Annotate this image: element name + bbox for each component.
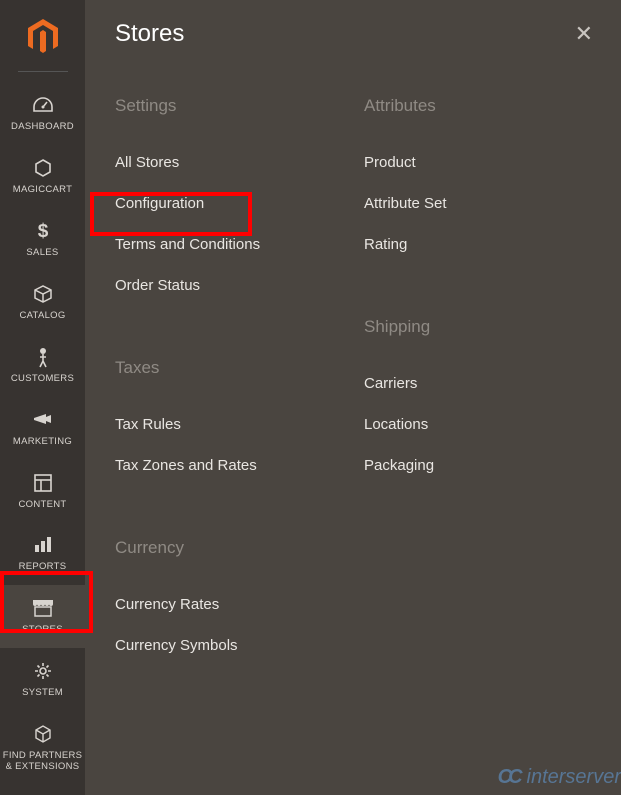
col-right: Attributes Product Attribute Set Rating … (364, 96, 593, 718)
catalog-icon (32, 281, 54, 307)
nav-label: CONTENT (18, 500, 66, 511)
system-icon (33, 658, 53, 684)
panel-header: Stores ✕ (115, 20, 593, 48)
admin-sidebar: DASHBOARD MAGICCART $ SALES CATALOG CUST… (0, 0, 85, 795)
nav-label: STORES (22, 625, 63, 636)
customers-icon (36, 344, 50, 370)
nav-marketing[interactable]: MARKETING (0, 397, 85, 460)
nav-label: CATALOG (19, 311, 65, 322)
link-tax-zones[interactable]: Tax Zones and Rates (115, 445, 344, 486)
dashboard-icon (32, 92, 54, 118)
section-title: Currency (115, 538, 344, 558)
link-product[interactable]: Product (364, 142, 593, 183)
sales-icon: $ (36, 218, 50, 244)
link-configuration[interactable]: Configuration (115, 183, 344, 224)
link-all-stores[interactable]: All Stores (115, 142, 344, 183)
nav-label: MARKETING (13, 437, 72, 448)
content-icon (33, 470, 53, 496)
link-packaging[interactable]: Packaging (364, 445, 593, 486)
nav-label: FIND PARTNERS & EXTENSIONS (2, 751, 83, 773)
nav-label: SALES (26, 248, 58, 259)
link-order-status[interactable]: Order Status (115, 265, 344, 306)
section-title: Shipping (364, 317, 593, 337)
divider (18, 71, 68, 72)
nav-reports[interactable]: REPORTS (0, 522, 85, 585)
nav-catalog[interactable]: CATALOG (0, 271, 85, 334)
marketing-icon (32, 407, 54, 433)
magiccart-icon (33, 155, 53, 181)
stores-icon (31, 595, 55, 621)
stores-panel: Stores ✕ Settings All Stores Configurati… (85, 0, 621, 795)
col-left: Settings All Stores Configuration Terms … (115, 96, 344, 718)
nav-content[interactable]: CONTENT (0, 460, 85, 523)
nav-label: DASHBOARD (11, 122, 74, 133)
panel-columns: Settings All Stores Configuration Terms … (115, 96, 593, 718)
close-button[interactable]: ✕ (575, 23, 593, 45)
section-title: Settings (115, 96, 344, 116)
link-locations[interactable]: Locations (364, 404, 593, 445)
nav-magiccart[interactable]: MAGICCART (0, 145, 85, 208)
nav-customers[interactable]: CUSTOMERS (0, 334, 85, 397)
svg-text:$: $ (37, 221, 48, 242)
nav-stores[interactable]: STORES (0, 585, 85, 648)
logo[interactable] (26, 0, 60, 71)
link-carriers[interactable]: Carriers (364, 363, 593, 404)
nav-system[interactable]: SYSTEM (0, 648, 85, 711)
link-currency-rates[interactable]: Currency Rates (115, 584, 344, 625)
nav-find-partners[interactable]: FIND PARTNERS & EXTENSIONS (0, 711, 85, 785)
section-title: Attributes (364, 96, 593, 116)
panel-title: Stores (115, 20, 184, 48)
link-rating[interactable]: Rating (364, 224, 593, 265)
section-shipping: Shipping Carriers Locations Packaging (364, 317, 593, 486)
nav-label: MAGICCART (13, 185, 73, 196)
section-settings: Settings All Stores Configuration Terms … (115, 96, 344, 306)
section-title: Taxes (115, 358, 344, 378)
nav-label: CUSTOMERS (11, 374, 74, 385)
section-currency: Currency Currency Rates Currency Symbols (115, 538, 344, 666)
section-taxes: Taxes Tax Rules Tax Zones and Rates (115, 358, 344, 486)
link-attribute-set[interactable]: Attribute Set (364, 183, 593, 224)
nav-label: SYSTEM (22, 688, 63, 699)
watermark: CC interserver (498, 766, 621, 789)
reports-icon (33, 532, 53, 558)
magento-logo-icon (26, 18, 60, 56)
close-icon: ✕ (575, 21, 593, 46)
watermark-logo-icon: CC (498, 766, 519, 789)
watermark-text: interserver (527, 766, 621, 789)
link-terms-conditions[interactable]: Terms and Conditions (115, 224, 344, 265)
section-attributes: Attributes Product Attribute Set Rating (364, 96, 593, 265)
nav-label: REPORTS (19, 562, 67, 573)
nav-sales[interactable]: $ SALES (0, 208, 85, 271)
link-currency-symbols[interactable]: Currency Symbols (115, 625, 344, 666)
partners-icon (33, 721, 53, 747)
link-tax-rules[interactable]: Tax Rules (115, 404, 344, 445)
nav-dashboard[interactable]: DASHBOARD (0, 82, 85, 145)
